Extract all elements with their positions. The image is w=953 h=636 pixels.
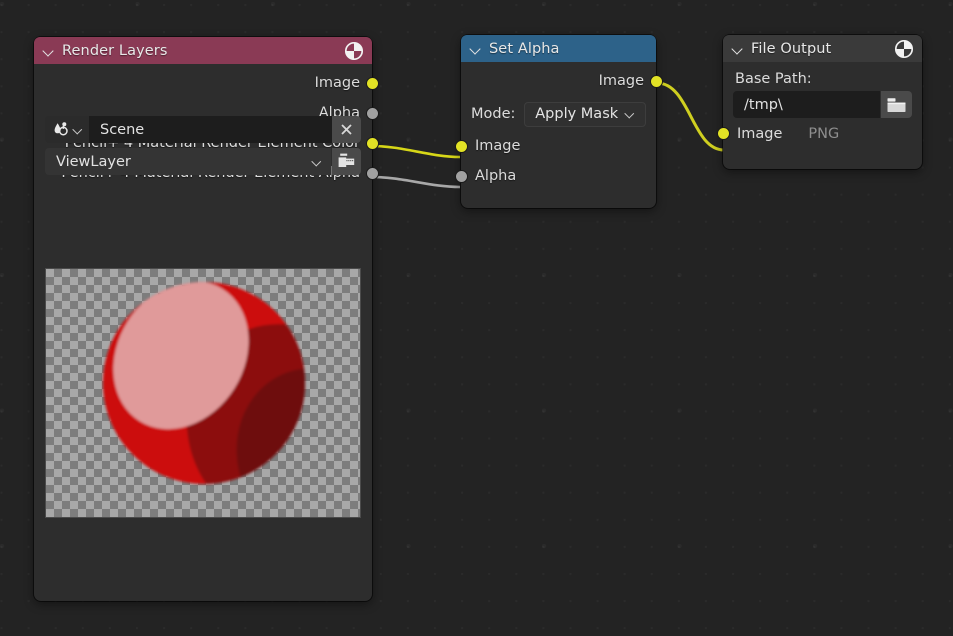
output-socket-pencil-alpha[interactable] [365,166,379,180]
chevron-down-icon[interactable] [732,43,744,55]
scene-selector-row[interactable]: Scene [45,116,361,143]
socket-label: Image [737,125,783,142]
output-socket-image[interactable] [649,74,663,88]
mode-value: Apply Mask [535,106,619,122]
scene-datablock-icon [54,121,68,135]
viewlayer-dropdown[interactable]: ViewLayer [45,148,331,175]
render-preview-thumbnail [45,268,361,518]
file-output-body: Base Path: /tmp\ Image PNG [716,62,922,149]
chevron-down-icon [312,157,322,167]
link-alpha-to-alpha [371,175,461,189]
browse-folder-button[interactable] [881,91,912,118]
chevron-down-icon [73,125,83,135]
node-render-layers[interactable]: Render Layers Image Alpha Pencil+ 4 Mate… [34,37,379,601]
mode-dropdown[interactable]: Apply Mask [524,101,646,127]
socket-label: Alpha [475,168,517,184]
view-layer-icon [338,153,355,167]
set-alpha-header[interactable]: Set Alpha [461,35,656,62]
input-row-image[interactable]: Image PNG [716,118,922,149]
render-layers-header[interactable]: Render Layers [34,37,372,64]
output-row-image[interactable]: Image [461,66,663,96]
chevron-down-icon [625,109,635,119]
scene-datablock-icon-button[interactable] [45,116,89,143]
preview-sphere [103,282,305,484]
socket-label: Image [475,138,521,154]
base-path-row[interactable]: /tmp\ [733,91,912,118]
image-format-label: PNG [808,125,840,142]
render-result-icon [894,39,914,59]
output-socket-alpha[interactable] [365,106,379,120]
set-alpha-body: Image Mode: Apply Mask Image Alpha [454,66,663,191]
node-title: Render Layers [62,42,168,59]
link-setalpha-to-fileoutput [656,81,725,152]
clear-scene-button[interactable] [332,116,361,143]
render-result-icon [344,41,364,61]
base-path-label: Base Path: [735,71,812,87]
output-socket-pencil-color[interactable] [365,136,379,150]
input-socket-image[interactable] [454,139,468,153]
input-socket-alpha[interactable] [454,169,468,183]
viewlayer-value: ViewLayer [56,153,131,170]
scene-name-field[interactable]: Scene [89,116,332,143]
mode-label: Mode: [471,106,516,122]
viewlayer-selector-row[interactable]: ViewLayer [45,148,361,175]
render-layers-controls: Scene ViewLayer [45,110,361,175]
output-row-image[interactable]: Image [34,68,379,98]
mode-setting-row: Mode: Apply Mask [471,99,646,129]
input-row-image[interactable]: Image [454,131,656,161]
socket-label: Image [598,73,644,89]
input-socket-image[interactable] [716,127,730,140]
node-title: Set Alpha [489,40,560,57]
socket-label: Image [314,75,360,91]
file-output-header[interactable]: File Output [723,35,922,62]
chevron-down-icon[interactable] [43,45,55,57]
input-row-alpha[interactable]: Alpha [454,161,656,191]
folder-icon [887,97,906,112]
chevron-down-icon[interactable] [470,43,482,55]
close-icon [341,124,352,135]
node-set-alpha[interactable]: Set Alpha Image Mode: Apply Mask Image A… [454,35,663,208]
output-socket-image[interactable] [365,76,379,90]
view-layer-button[interactable] [332,148,361,175]
node-editor-canvas[interactable]: Render Layers Image Alpha Pencil+ 4 Mate… [0,0,953,636]
link-color-to-image [371,144,461,159]
node-title: File Output [751,40,832,57]
node-file-output[interactable]: File Output Base Path: /tmp\ Image PNG [716,35,922,169]
base-path-input[interactable]: /tmp\ [733,91,880,118]
render-layers-body: Image Alpha Pencil+ 4 Material Render El… [34,68,379,518]
